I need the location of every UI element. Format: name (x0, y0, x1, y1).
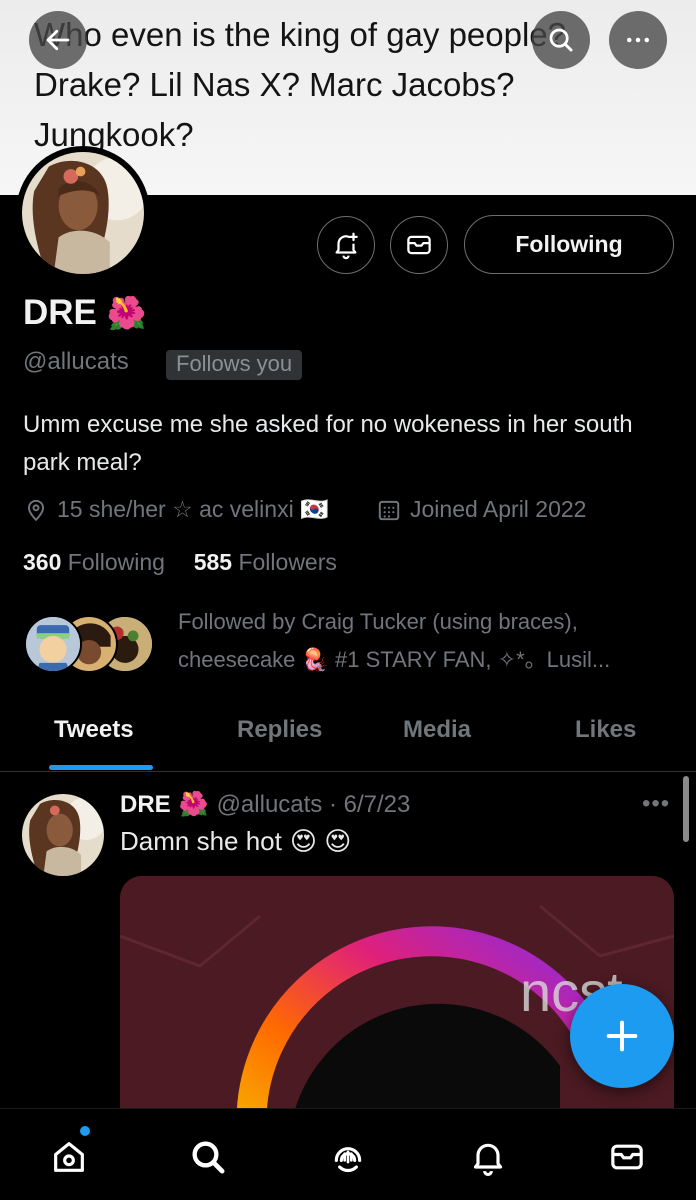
hibiscus-emoji: 🌺 (106, 295, 147, 331)
followed-by-avatars[interactable] (24, 615, 164, 673)
plus-icon (606, 1020, 638, 1052)
search-icon (192, 1141, 225, 1174)
tweet-handle-date[interactable]: @allucats · 6/7/23 (217, 791, 411, 819)
hibiscus-emoji: 🌺 (178, 791, 209, 818)
nav-spaces[interactable] (326, 1135, 370, 1179)
following-count: 360 (23, 549, 62, 575)
notify-button[interactable] (317, 216, 375, 274)
search-button[interactable] (532, 11, 590, 69)
calendar-icon (378, 500, 400, 520)
nav-notifications[interactable] (466, 1135, 510, 1179)
joined-text: Joined April 2022 (410, 496, 587, 522)
followers-label: Followers (238, 549, 337, 575)
bottom-navigation (0, 1108, 696, 1200)
tweet-text: Damn she hot 😍 😍 (120, 826, 351, 857)
message-button[interactable] (390, 216, 448, 274)
bell-plus-icon (335, 232, 358, 260)
messages-icon (611, 1144, 643, 1170)
tweet-avatar[interactable] (22, 794, 104, 876)
nav-home[interactable] (47, 1135, 91, 1179)
heart-eyes-emojis: 😍 😍 (289, 826, 352, 856)
avatar (24, 615, 82, 673)
tweet-author-name[interactable]: DRE (120, 791, 171, 819)
profile-name: DRE 🌺 (23, 293, 147, 333)
profile-handle: @allucats (23, 348, 129, 375)
home-notification-dot (80, 1126, 90, 1136)
followers-count-link[interactable]: 585 Followers (194, 549, 337, 575)
scrollbar-thumb[interactable] (683, 776, 689, 842)
profile-joined: Joined April 2022 (376, 496, 586, 523)
following-count-link[interactable]: 360 Following (23, 549, 165, 575)
avatar (22, 152, 144, 274)
nav-messages[interactable] (605, 1135, 649, 1179)
more-horizontal-icon (627, 37, 649, 43)
following-label: Following (67, 549, 165, 575)
active-tab-indicator (49, 765, 153, 770)
more-button[interactable] (609, 11, 667, 69)
tab-replies[interactable]: Replies (237, 716, 322, 744)
profile-location: 15 she/her ☆ ac velinxi 🇰🇷 (23, 496, 329, 523)
compose-tweet-button[interactable] (570, 984, 674, 1088)
nav-search[interactable] (186, 1135, 230, 1179)
arrow-left-icon (46, 29, 70, 51)
followers-count: 585 (193, 549, 233, 575)
tweet-body: Damn she hot (120, 826, 282, 856)
tab-likes[interactable]: Likes (575, 716, 636, 744)
profile-bio: Umm excuse me she asked for no wokeness … (23, 411, 633, 476)
search-icon (549, 28, 573, 52)
profile-avatar[interactable] (16, 146, 150, 280)
tab-tweets[interactable]: Tweets (54, 716, 134, 744)
follow-counts: 360 Following 585 Followers (23, 549, 337, 576)
notifications-icon (473, 1143, 503, 1176)
followed-by-text[interactable]: Followed by Craig Tucker (using braces),… (178, 603, 678, 679)
location-pin-icon (27, 499, 45, 521)
envelope-icon (407, 235, 431, 255)
home-icon (54, 1142, 84, 1172)
tweet-header: DRE 🌺 @allucats · 6/7/23 (120, 790, 410, 819)
spaces-icon (334, 1147, 362, 1173)
tab-media[interactable]: Media (403, 716, 471, 744)
profile-tabs: Tweets Replies Media Likes (0, 706, 696, 772)
back-button[interactable] (29, 11, 87, 69)
follows-you-badge: Follows you (166, 350, 303, 380)
location-text: 15 she/her ☆ ac velinxi 🇰🇷 (57, 496, 329, 522)
tweet-more-button[interactable]: ••• (642, 790, 670, 818)
following-button[interactable]: Following (464, 215, 674, 274)
display-name: DRE (23, 293, 97, 332)
